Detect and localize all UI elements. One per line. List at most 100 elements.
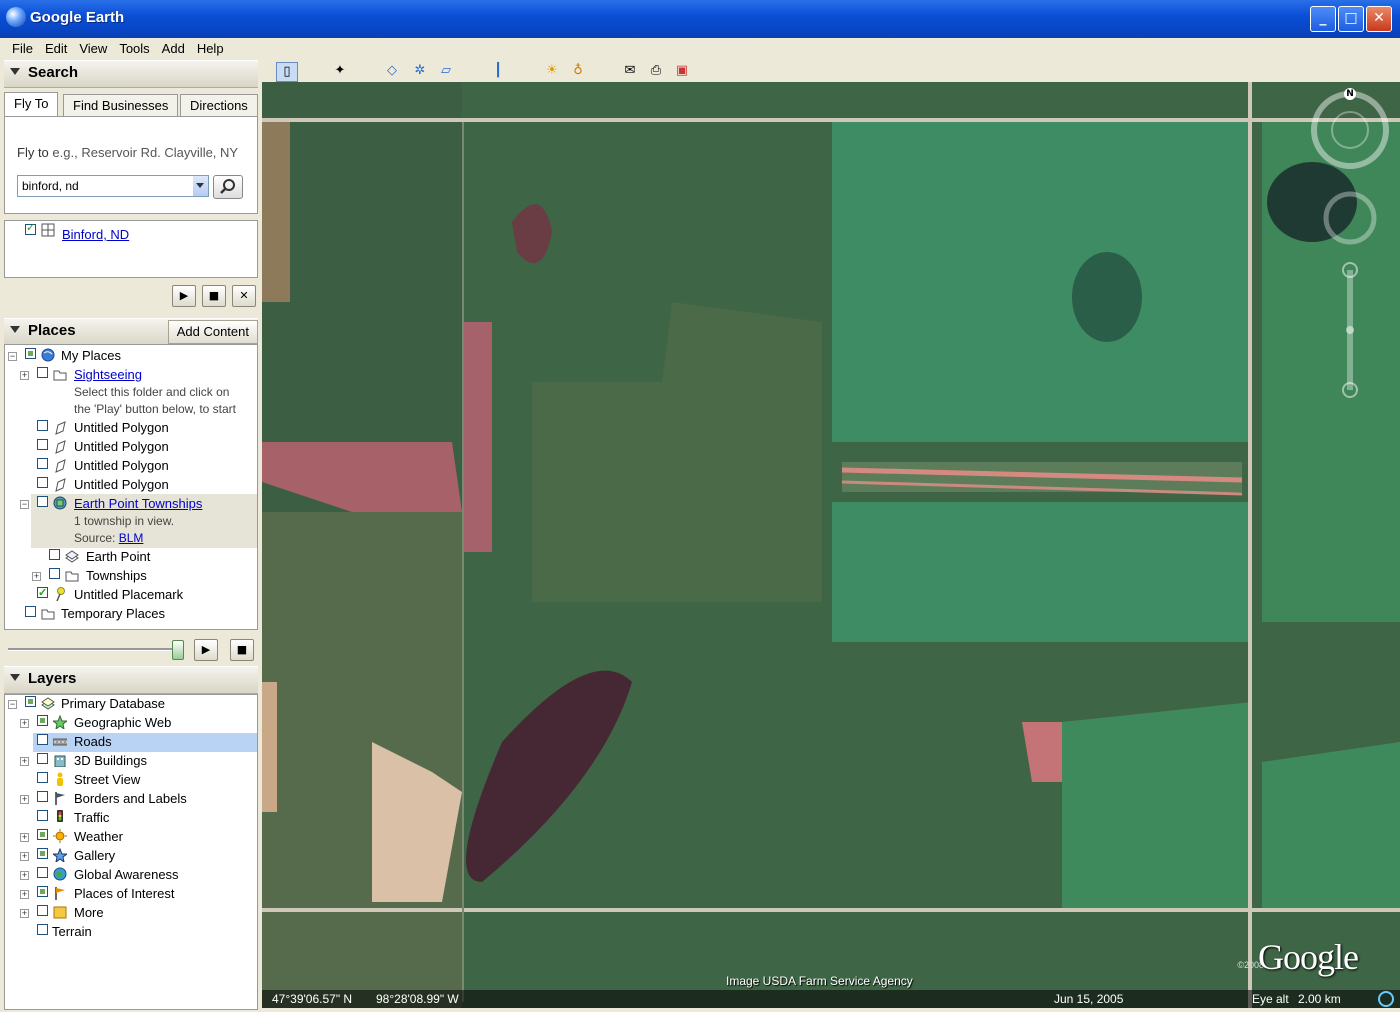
tree-item-temporary-places[interactable]: Temporary Places (5, 605, 255, 623)
checkbox[interactable] (37, 772, 48, 783)
search-button[interactable] (213, 175, 243, 199)
navigation-controls[interactable]: N (1310, 88, 1390, 410)
menu-help[interactable]: Help (191, 39, 230, 58)
collapse-toggle-icon[interactable]: − (20, 500, 29, 509)
add-content-button[interactable]: Add Content (167, 320, 258, 344)
checkbox[interactable] (37, 905, 48, 916)
checkbox[interactable] (37, 420, 48, 431)
checkbox[interactable] (37, 753, 48, 764)
tab-directions[interactable]: Directions (180, 94, 258, 117)
layer-street-view[interactable]: Street View (5, 771, 255, 789)
tree-item-sightseeing[interactable]: + Sightseeing (5, 366, 255, 384)
checkbox[interactable] (37, 829, 48, 840)
places-panel-header[interactable]: Places Add Content (4, 318, 258, 346)
checkbox[interactable] (49, 568, 60, 579)
layer-3d-buildings[interactable]: + 3D Buildings (5, 752, 255, 770)
checkbox[interactable] (25, 348, 36, 359)
fly-to-dropdown-arrow-icon[interactable] (193, 175, 209, 197)
tree-item-untitled-polygon-2[interactable]: Untitled Polygon (5, 438, 255, 456)
label[interactable]: Sightseeing (74, 366, 142, 384)
email-icon[interactable]: ✉ (620, 62, 640, 80)
tour-slider[interactable] (8, 648, 184, 651)
checkbox[interactable] (37, 734, 48, 745)
search-stop-button[interactable]: ■ (202, 285, 226, 307)
ruler-icon[interactable]: ┃ (488, 62, 508, 80)
expand-toggle-icon[interactable]: + (20, 909, 29, 918)
expand-toggle-icon[interactable]: + (20, 852, 29, 861)
expand-toggle-icon[interactable]: + (20, 795, 29, 804)
expand-toggle-icon[interactable]: + (20, 371, 29, 380)
checkbox[interactable] (37, 367, 48, 378)
tree-item-my-places[interactable]: − My Places (5, 347, 255, 365)
map-view[interactable]: N ©2008 Google Image USDA Farm Service A… (262, 82, 1400, 1008)
tree-item-untitled-polygon-3[interactable]: Untitled Polygon (5, 457, 255, 475)
expand-toggle-icon[interactable]: + (20, 833, 29, 842)
result-checkbox[interactable] (25, 221, 36, 235)
layers-panel-header[interactable]: Layers (4, 666, 258, 694)
collapse-arrow-icon[interactable] (10, 68, 20, 75)
checkbox[interactable] (37, 810, 48, 821)
layer-primary-database[interactable]: − Primary Database (5, 695, 255, 713)
add-image-overlay-icon[interactable]: ▱ (436, 62, 456, 80)
menu-view[interactable]: View (73, 39, 113, 58)
add-path-icon[interactable]: ✲ (410, 62, 430, 80)
checkbox[interactable] (37, 848, 48, 859)
label[interactable]: Earth Point Townships (74, 495, 202, 513)
layer-more[interactable]: + More (5, 904, 255, 922)
checkbox[interactable] (49, 549, 60, 560)
close-button[interactable]: ✕ (1366, 6, 1392, 32)
collapse-toggle-icon[interactable]: − (8, 352, 17, 361)
collapse-arrow-icon[interactable] (10, 674, 20, 681)
layer-global-awareness[interactable]: + Global Awareness (5, 866, 255, 884)
add-polygon-icon[interactable]: ◇ (382, 62, 402, 80)
search-panel-header[interactable]: Search (4, 60, 258, 88)
layer-weather[interactable]: + Weather (5, 828, 255, 846)
expand-toggle-icon[interactable]: + (20, 871, 29, 880)
checkbox[interactable] (37, 867, 48, 878)
sidebar-toggle-icon[interactable]: ▯ (276, 62, 298, 82)
tree-item-untitled-polygon-1[interactable]: Untitled Polygon (5, 419, 255, 437)
result-binford-nd[interactable]: Binford, ND (62, 227, 129, 242)
checkbox[interactable] (25, 606, 36, 617)
tab-find-businesses[interactable]: Find Businesses (63, 94, 179, 117)
expand-toggle-icon[interactable]: + (32, 572, 41, 581)
tab-fly-to[interactable]: Fly To (4, 92, 59, 118)
expand-toggle-icon[interactable]: + (20, 890, 29, 899)
checkbox[interactable] (37, 496, 48, 507)
layer-borders-and-labels[interactable]: + Borders and Labels (5, 790, 255, 808)
checkbox[interactable] (25, 696, 36, 707)
google-maps-icon[interactable]: ▣ (672, 62, 692, 80)
layer-gallery[interactable]: + Gallery (5, 847, 255, 865)
tree-item-untitled-placemark[interactable]: Untitled Placemark (5, 584, 255, 604)
checkbox[interactable] (37, 886, 48, 897)
add-placemark-icon[interactable]: ✦ (330, 62, 350, 80)
compass-icon[interactable] (1310, 90, 1390, 410)
menu-tools[interactable]: Tools (113, 39, 155, 58)
collapse-toggle-icon[interactable]: − (8, 700, 17, 709)
checkbox[interactable] (37, 458, 48, 469)
tour-slider-thumb[interactable] (172, 640, 184, 660)
tree-item-townships[interactable]: + Townships (5, 567, 255, 585)
checkbox[interactable] (37, 791, 48, 802)
fly-to-input[interactable]: binford, nd (17, 175, 199, 197)
menu-edit[interactable]: Edit (39, 39, 73, 58)
satellite-imagery[interactable] (262, 82, 1400, 1008)
layer-places-of-interest[interactable]: + Places of Interest (5, 885, 255, 903)
tree-item-earth-point-townships[interactable]: − Earth Point Townships (5, 495, 255, 513)
sunlight-icon[interactable]: ☀ (542, 62, 562, 80)
planet-icon[interactable]: ♁ (568, 62, 588, 80)
tree-item-earth-point[interactable]: Earth Point (5, 548, 255, 566)
maximize-button[interactable]: □ (1338, 6, 1364, 32)
layer-terrain[interactable]: Terrain (5, 923, 255, 941)
layer-roads[interactable]: Roads (5, 733, 255, 751)
checkbox[interactable] (37, 584, 48, 602)
tour-play-button[interactable]: ▶ (194, 639, 218, 661)
menu-file[interactable]: File (6, 39, 39, 58)
minimize-button[interactable]: _ (1310, 6, 1336, 32)
print-icon[interactable]: ⎙ (646, 62, 666, 80)
collapse-arrow-icon[interactable] (10, 326, 20, 333)
search-clear-button[interactable]: ✕ (232, 285, 256, 307)
search-play-button[interactable]: ▶ (172, 285, 196, 307)
checkbox[interactable] (37, 924, 48, 935)
checkbox[interactable] (37, 715, 48, 726)
